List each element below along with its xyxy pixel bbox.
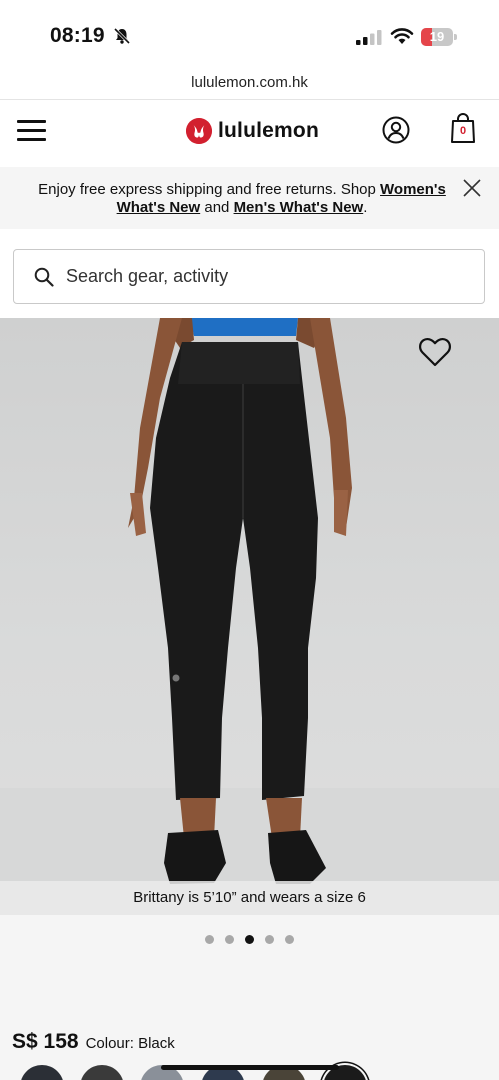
product-photo — [0, 318, 499, 915]
promo-text: Enjoy free express shipping and free ret… — [38, 181, 446, 216]
brand-name: lululemon — [218, 119, 319, 142]
product-image[interactable]: Brittany is 5’10” and wears a size 6 — [0, 318, 499, 915]
address-bar[interactable]: lululemon.com.hk — [0, 70, 499, 100]
carousel-dot[interactable] — [225, 935, 234, 944]
hamburger-menu-icon[interactable] — [17, 118, 47, 142]
status-time: 08:19 — [50, 24, 105, 47]
heart-icon[interactable] — [418, 336, 452, 368]
account-icon[interactable] — [382, 116, 410, 144]
status-bar: 08:19 19 — [0, 0, 499, 70]
battery-level: 19 — [429, 29, 445, 44]
wifi-icon — [390, 28, 414, 44]
search-icon — [34, 267, 54, 287]
carousel-dot[interactable] — [245, 935, 254, 944]
image-caption: Brittany is 5’10” and wears a size 6 — [0, 881, 499, 915]
colour-swatch[interactable] — [20, 1065, 64, 1080]
bell-slash-icon — [113, 27, 131, 45]
carousel-dot[interactable] — [205, 935, 214, 944]
search-box — [13, 249, 485, 304]
close-icon[interactable] — [462, 178, 482, 198]
bag-count-badge: 0 — [459, 125, 467, 137]
search-input[interactable] — [66, 250, 466, 303]
cellular-signal-icon — [356, 30, 382, 45]
price-row: S$ 158 Colour: Black — [12, 1030, 175, 1058]
promo-banner: Enjoy free express shipping and free ret… — [0, 167, 499, 229]
battery-icon: 19 — [421, 28, 457, 46]
carousel-dots — [0, 935, 499, 947]
home-indicator — [161, 1065, 339, 1070]
carousel-dot[interactable] — [265, 935, 274, 944]
brand-logo[interactable]: lululemon — [186, 117, 319, 145]
site-header: lululemon 0 — [0, 101, 499, 167]
carousel-dot[interactable] — [285, 935, 294, 944]
shopping-bag-icon[interactable]: 0 — [450, 112, 476, 144]
colour-swatch[interactable] — [80, 1065, 124, 1080]
mens-whats-new-link[interactable]: Men's What's New — [234, 199, 364, 216]
colour-label: Colour: Black — [85, 1035, 175, 1052]
lululemon-logo-icon — [186, 118, 212, 144]
product-price: S$ 158 — [12, 1030, 79, 1053]
